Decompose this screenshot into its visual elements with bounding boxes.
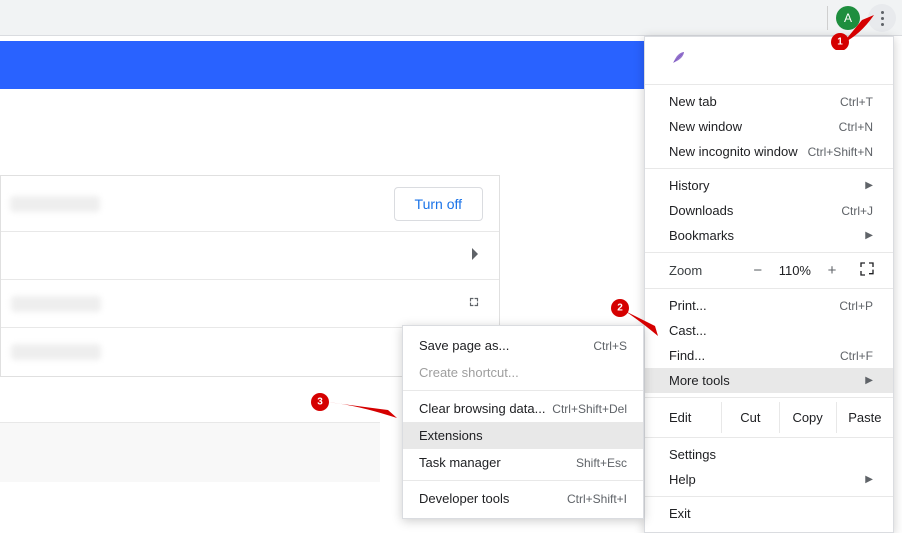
menu-item-shortcut: Ctrl+P — [839, 299, 873, 313]
chevron-right-icon: ▶ — [865, 474, 873, 485]
menu-zoom-row: Zoom − 110% + — [645, 257, 893, 284]
menu-help[interactable]: Help ▶ — [645, 467, 893, 492]
submenu-save-page[interactable]: Save page as... Ctrl+S — [403, 332, 643, 359]
menu-item-label: Developer tools — [419, 491, 509, 506]
menu-item-label: New window — [669, 119, 742, 134]
chevron-right-icon: ▶ — [865, 230, 873, 241]
profile-avatar[interactable]: A — [836, 6, 860, 30]
menu-item-label: Settings — [669, 447, 716, 462]
menu-item-label: Bookmarks — [669, 228, 734, 243]
submenu-clear-browsing[interactable]: Clear browsing data... Ctrl+Shift+Del — [403, 395, 643, 422]
menu-item-label: Exit — [669, 506, 691, 521]
menu-more-tools[interactable]: More tools ▶ — [645, 368, 893, 393]
chevron-right-icon: ▶ — [865, 375, 873, 386]
settings-row-2[interactable] — [1, 280, 499, 328]
submenu-extensions[interactable]: Extensions — [403, 422, 643, 449]
menu-item-label: Print... — [669, 298, 707, 313]
menu-item-shortcut: Ctrl+F — [840, 349, 873, 363]
top-divider — [827, 6, 828, 30]
svg-text:3: 3 — [317, 397, 323, 408]
zoom-in-button[interactable]: + — [823, 262, 841, 279]
zoom-value: 110% — [779, 263, 811, 278]
menu-settings[interactable]: Settings — [645, 442, 893, 467]
menu-downloads[interactable]: Downloads Ctrl+J — [645, 198, 893, 223]
open-in-new-icon — [467, 295, 481, 312]
more-tools-submenu: Save page as... Ctrl+S Create shortcut..… — [402, 325, 644, 519]
menu-item-shortcut: Shift+Esc — [576, 456, 627, 470]
menu-item-shortcut: Ctrl+Shift+I — [567, 492, 627, 506]
menu-item-label: Downloads — [669, 203, 733, 218]
menu-print[interactable]: Print... Ctrl+P — [645, 293, 893, 318]
zoom-label: Zoom — [669, 263, 702, 278]
chevron-right-icon — [471, 248, 481, 263]
menu-item-shortcut: Ctrl+S — [593, 339, 627, 353]
submenu-task-manager[interactable]: Task manager Shift+Esc — [403, 449, 643, 476]
browser-top-bar: A — [0, 0, 902, 36]
zoom-out-button[interactable]: − — [749, 262, 767, 279]
sync-turnoff-row: Turn off — [1, 176, 499, 232]
menu-history[interactable]: History ▶ — [645, 173, 893, 198]
menu-item-label: Create shortcut... — [419, 365, 519, 380]
menu-item-label: Task manager — [419, 455, 501, 470]
menu-item-label: Help — [669, 472, 696, 487]
menu-item-label: Find... — [669, 348, 705, 363]
menu-item-label: Extensions — [419, 428, 483, 443]
svg-text:2: 2 — [617, 303, 623, 314]
menu-new-window[interactable]: New window Ctrl+N — [645, 114, 893, 139]
menu-item-label: New incognito window — [669, 144, 798, 159]
extensions-icon-row[interactable] — [645, 43, 893, 80]
chevron-right-icon: ▶ — [865, 180, 873, 191]
menu-item-label: Cast... — [669, 323, 707, 338]
fullscreen-icon[interactable] — [859, 261, 875, 280]
paste-button[interactable]: Paste — [836, 402, 893, 433]
menu-item-shortcut: Ctrl+Shift+Del — [552, 402, 627, 416]
copy-button[interactable]: Copy — [779, 402, 836, 433]
page-header-bar — [0, 41, 658, 89]
submenu-dev-tools[interactable]: Developer tools Ctrl+Shift+I — [403, 485, 643, 512]
menu-new-tab[interactable]: New tab Ctrl+T — [645, 89, 893, 114]
feather-icon — [669, 49, 687, 70]
bottom-spacer — [0, 422, 380, 482]
menu-edit-row: Edit Cut Copy Paste — [645, 402, 893, 433]
cut-button[interactable]: Cut — [721, 402, 778, 433]
submenu-create-shortcut: Create shortcut... — [403, 359, 643, 386]
menu-item-label: More tools — [669, 373, 730, 388]
menu-incognito[interactable]: New incognito window Ctrl+Shift+N — [645, 139, 893, 164]
menu-find[interactable]: Find... Ctrl+F — [645, 343, 893, 368]
menu-item-shortcut: Ctrl+N — [839, 120, 873, 134]
menu-cast[interactable]: Cast... — [645, 318, 893, 343]
menu-exit[interactable]: Exit — [645, 501, 893, 526]
chrome-main-menu: New tab Ctrl+T New window Ctrl+N New inc… — [644, 36, 894, 533]
edit-label: Edit — [645, 402, 721, 433]
menu-item-shortcut: Ctrl+T — [840, 95, 873, 109]
menu-button[interactable] — [868, 4, 896, 32]
menu-item-shortcut: Ctrl+J — [841, 204, 873, 218]
settings-row-1[interactable] — [1, 232, 499, 280]
menu-item-label: History — [669, 178, 709, 193]
menu-item-label: Clear browsing data... — [419, 401, 545, 416]
menu-bookmarks[interactable]: Bookmarks ▶ — [645, 223, 893, 248]
menu-item-shortcut: Ctrl+Shift+N — [808, 145, 873, 159]
menu-item-label: New tab — [669, 94, 717, 109]
turn-off-button[interactable]: Turn off — [394, 187, 483, 221]
menu-item-label: Save page as... — [419, 338, 509, 353]
